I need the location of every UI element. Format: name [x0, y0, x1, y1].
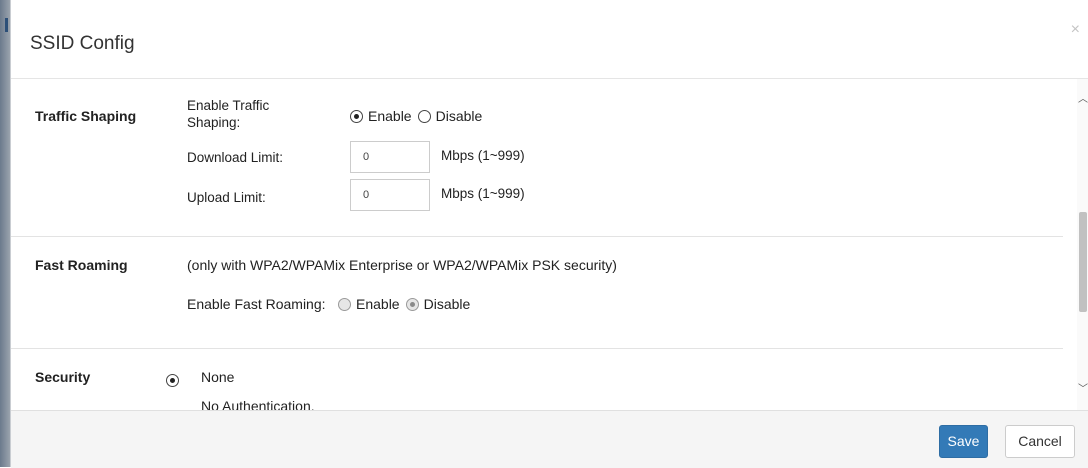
traffic-shaping-disable-label[interactable]: Disable: [436, 108, 483, 124]
traffic-shaping-disable-radio[interactable]: [417, 109, 431, 123]
security-none-radio[interactable]: [166, 374, 179, 387]
section-label-security: Security: [35, 369, 91, 385]
background-accent: [5, 18, 8, 32]
modal-title: SSID Config: [30, 33, 135, 54]
traffic-shaping-enable-radio[interactable]: [350, 109, 363, 123]
security-none-label[interactable]: None: [201, 369, 234, 386]
modal-header: SSID Config ×: [11, 0, 1088, 79]
download-limit-label: Download Limit:: [187, 150, 284, 165]
enable-traffic-shaping-label-line2: Shaping:: [187, 115, 241, 130]
enable-traffic-shaping-label-line1: Enable Traffic: [187, 98, 270, 113]
upload-limit-label: Upload Limit:: [187, 190, 266, 205]
scrollbar-thumb[interactable]: [1079, 212, 1087, 312]
fast-roaming-disable-label[interactable]: Disable: [424, 296, 471, 312]
download-limit-input[interactable]: 0: [350, 141, 430, 173]
fast-roaming-note: (only with WPA2/WPAMix Enterprise or WPA…: [187, 257, 617, 273]
chevron-down-icon[interactable]: ﹀: [1077, 383, 1088, 397]
chevron-up-icon[interactable]: ︿: [1077, 93, 1088, 107]
traffic-shaping-radio-group: Enable Disable: [350, 108, 488, 124]
fast-roaming-section: Fast Roaming (only with WPA2/WPAMix Ente…: [11, 237, 1063, 349]
fast-roaming-enable-radio[interactable]: [338, 297, 351, 311]
security-none-description: No Authentication.: [201, 398, 315, 410]
cancel-button[interactable]: Cancel: [1005, 425, 1075, 458]
save-button[interactable]: Save: [939, 425, 988, 458]
enable-fast-roaming-label: Enable Fast Roaming:: [187, 296, 326, 312]
fast-roaming-radio-group: Enable Disable: [338, 296, 476, 312]
modal-body: Traffic Shaping Enable Traffic Shaping: …: [11, 79, 1088, 410]
traffic-shaping-section: Traffic Shaping Enable Traffic Shaping: …: [11, 79, 1063, 237]
enable-traffic-shaping-label: Enable Traffic Shaping:: [187, 97, 269, 131]
fast-roaming-enable-label[interactable]: Enable: [356, 296, 400, 312]
close-icon[interactable]: ×: [1071, 22, 1080, 38]
section-label-traffic-shaping: Traffic Shaping: [35, 108, 137, 124]
modal-body-scrollbar[interactable]: ︿ ﹀: [1077, 79, 1088, 410]
ssid-config-dialog: SSID Config × Traffic Shaping Enable Tra…: [10, 0, 1088, 468]
fast-roaming-disable-radio[interactable]: [405, 297, 419, 311]
background-page-edge: [0, 0, 10, 467]
traffic-shaping-enable-label[interactable]: Enable: [368, 108, 412, 124]
modal-footer: Save Cancel: [11, 410, 1088, 468]
security-section: Security None No Authentication.: [11, 349, 1063, 410]
upload-limit-input[interactable]: 0: [350, 179, 430, 211]
section-label-fast-roaming: Fast Roaming: [35, 257, 128, 273]
upload-limit-unit: Mbps (1~999): [441, 186, 525, 201]
download-limit-unit: Mbps (1~999): [441, 148, 525, 163]
